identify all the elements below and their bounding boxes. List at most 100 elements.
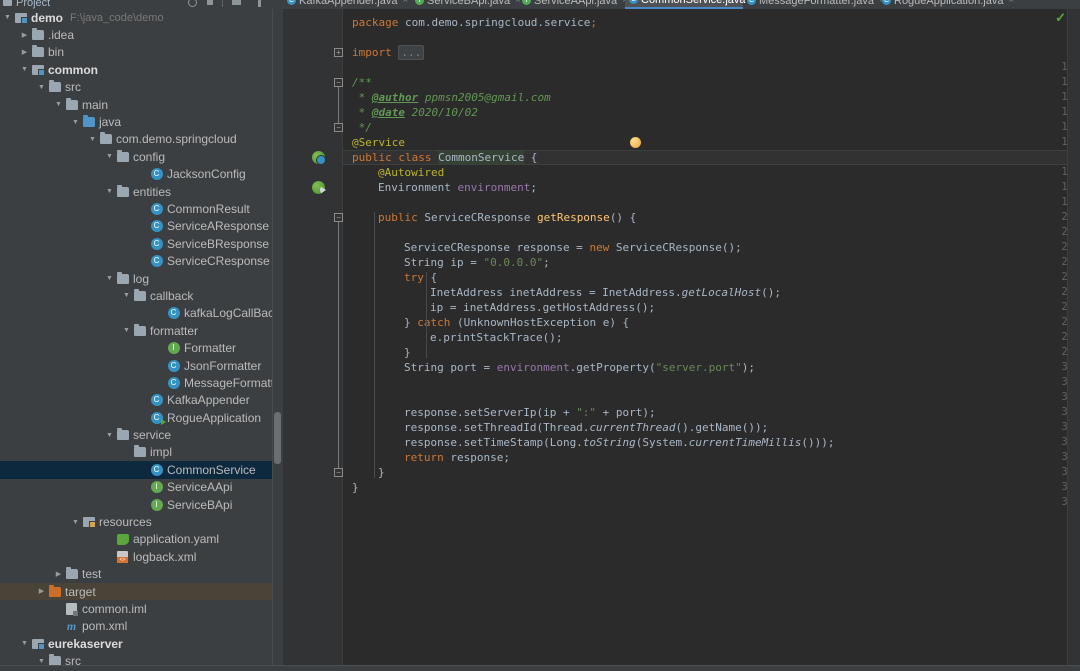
chevron-right-icon[interactable]: ▶ [19, 32, 30, 39]
fold-marker-line-20[interactable]: − [334, 213, 343, 222]
tree-node-target[interactable]: ▶target [0, 583, 283, 600]
code-line-18[interactable]: Environment environment; [378, 180, 537, 195]
chevron-down-icon[interactable]: ▼ [104, 432, 115, 439]
tree-node-service[interactable]: ▼service [0, 426, 283, 443]
tree-node-java[interactable]: ▼java [0, 113, 283, 130]
editor-tab-kafkaappender[interactable]: CKafkaAppender.java× [283, 0, 411, 9]
project-tree-scrollbar[interactable] [274, 412, 281, 464]
tree-node-src[interactable]: ▼src [0, 79, 283, 96]
editor-text-area[interactable]: package com.demo.springcloud.service; imp… [343, 9, 1080, 671]
chevron-down-icon[interactable]: ▼ [104, 153, 115, 160]
tree-node-servicearesponse[interactable]: CServiceAResponse [0, 218, 283, 235]
code-line-35[interactable]: response.setTimeStamp(Long.toString(Syst… [404, 435, 835, 450]
editor-gutter[interactable] [283, 9, 332, 671]
tree-node-resources[interactable]: ▼resources [0, 513, 283, 530]
editor-marker-bar[interactable] [1067, 9, 1080, 671]
tree-node-kafkalogcallback[interactable]: CkafkaLogCallBack [0, 305, 283, 322]
expand-all-icon[interactable] [207, 0, 213, 5]
code-line-37[interactable]: } [378, 465, 385, 480]
code-line-23[interactable]: String ip = "0.0.0.0"; [404, 255, 550, 270]
fold-marker-line-3[interactable]: + [334, 48, 343, 57]
chevron-down-icon[interactable]: ▼ [19, 640, 30, 647]
fold-marker-line-37[interactable]: − [334, 468, 343, 477]
intention-bulb-icon[interactable] [630, 137, 641, 148]
tree-node-commonservice[interactable]: CCommonService [0, 461, 283, 478]
code-line-16[interactable]: public class CommonService { [352, 150, 537, 165]
fold-marker-line-14[interactable]: − [334, 123, 343, 132]
tree-node-entities[interactable]: ▼entities [0, 183, 283, 200]
tree-node-servicebapi[interactable]: IServiceBApi [0, 496, 283, 513]
collapse-all-icon[interactable] [188, 0, 197, 7]
hide-icon[interactable] [258, 0, 261, 7]
code-line-27[interactable]: } catch (UnknownHostException e) { [404, 315, 629, 330]
tree-node-bin[interactable]: ▶bin [0, 44, 283, 61]
chevron-down-icon[interactable]: ▼ [53, 101, 64, 108]
tree-node-serviceaapi[interactable]: IServiceAApi [0, 479, 283, 496]
chevron-down-icon[interactable]: ▼ [70, 519, 81, 526]
code-line-1[interactable]: package com.demo.springcloud.service; [352, 15, 597, 30]
spring-bean-navigate-icon[interactable] [312, 181, 325, 194]
chevron-down-icon[interactable]: ▼ [104, 188, 115, 195]
tree-node-commonresult[interactable]: CCommonResult [0, 200, 283, 217]
code-line-30[interactable]: String port = environment.getProperty("s… [404, 360, 755, 375]
tree-node-common-iml[interactable]: common.iml [0, 600, 283, 617]
tree-node-impl[interactable]: impl [0, 444, 283, 461]
chevron-down-icon[interactable]: ▼ [121, 327, 132, 334]
chevron-down-icon[interactable]: ▼ [104, 275, 115, 282]
chevron-down-icon[interactable]: ▼ [87, 136, 98, 143]
code-line-20[interactable]: public ServiceCResponse getResponse() { [378, 210, 636, 225]
tree-node-formatter[interactable]: IFormatter [0, 339, 283, 356]
tree-node-jacksonconfig[interactable]: CJacksonConfig [0, 166, 283, 183]
spring-bean-icon[interactable] [312, 151, 325, 164]
tree-node-pom-xml[interactable]: mpom.xml [0, 618, 283, 635]
chevron-right-icon[interactable]: ▶ [53, 571, 64, 578]
code-line-28[interactable]: e.printStackTrace(); [430, 330, 562, 345]
code-line-38[interactable]: } [352, 480, 359, 495]
tree-node-servicecresponse[interactable]: CServiceCResponse [0, 252, 283, 269]
code-editor[interactable]: 1231011121314151617181920212223242526272… [283, 9, 1080, 671]
settings-gear-icon[interactable] [232, 0, 241, 5]
chevron-down-icon[interactable]: ▼ [70, 119, 81, 126]
tree-node-messageformatter[interactable]: CMessageFormatter [0, 374, 283, 391]
tree-node-servicebresponse[interactable]: CServiceBResponse [0, 235, 283, 252]
tree-node-demo[interactable]: ▼demoF:\java_code\demo [0, 9, 283, 26]
editor-tab-serviceaapi[interactable]: IServiceAApi.java× [518, 0, 625, 9]
code-line-17[interactable]: @Autowired [378, 165, 444, 180]
code-line-25[interactable]: InetAddress inetAddress = InetAddress.ge… [430, 285, 781, 300]
chevron-down-icon[interactable]: ▼ [36, 84, 47, 91]
tree-node-config[interactable]: ▼config [0, 148, 283, 165]
code-line-33[interactable]: response.setServerIp(ip + ":" + port); [404, 405, 656, 420]
editor-tab-commonservice[interactable]: CCommonService.java× [625, 0, 743, 9]
editor-tab-rogueapplication[interactable]: CRogueApplication.java× [878, 0, 1018, 9]
code-line-22[interactable]: ServiceCResponse response = new ServiceC… [404, 240, 742, 255]
tree-node-test[interactable]: ▶test [0, 566, 283, 583]
code-line-34[interactable]: response.setThreadId(Thread.currentThrea… [404, 420, 768, 435]
tree-node-jsonformatter[interactable]: CJsonFormatter [0, 357, 283, 374]
code-line-29[interactable]: } [404, 345, 411, 360]
code-line-24[interactable]: try { [404, 270, 437, 285]
tree-node--idea[interactable]: ▶.idea [0, 26, 283, 43]
code-line-3[interactable]: import ... [352, 45, 424, 60]
tree-node-rogueapplication[interactable]: CRogueApplication [0, 409, 283, 426]
inspection-ok-icon[interactable]: ✓ [1055, 11, 1066, 24]
tree-node-main[interactable]: ▼main [0, 96, 283, 113]
tree-node-kafkaappender[interactable]: CKafkaAppender [0, 392, 283, 409]
code-line-11[interactable]: /** [352, 75, 372, 90]
editor-tab-messageformatter[interactable]: CMessageFormatter.java× [743, 0, 878, 9]
code-line-14[interactable]: */ [352, 120, 372, 135]
close-icon[interactable]: × [1008, 0, 1014, 6]
tree-node-log[interactable]: ▼log [0, 270, 283, 287]
project-tree[interactable]: ▼demoF:\java_code\demo▶.idea▶bin▼common▼… [0, 9, 283, 671]
code-line-13[interactable]: * @date 2020/10/02 [352, 105, 478, 120]
chevron-right-icon[interactable]: ▶ [36, 588, 47, 595]
tree-node-formatter[interactable]: ▼formatter [0, 322, 283, 339]
fold-marker-line-11[interactable]: − [334, 78, 343, 87]
code-line-15[interactable]: @Service [352, 135, 405, 150]
chevron-down-icon[interactable]: ▼ [121, 292, 132, 299]
tree-node-callback[interactable]: ▼callback [0, 287, 283, 304]
editor-tab-servicebapi[interactable]: IServiceBApi.java× [411, 0, 518, 9]
code-line-12[interactable]: * @author ppmsn2005@gmail.com [352, 90, 551, 105]
code-line-36[interactable]: return response; [404, 450, 510, 465]
chevron-right-icon[interactable]: ▶ [19, 49, 30, 56]
close-icon[interactable]: × [402, 0, 408, 6]
